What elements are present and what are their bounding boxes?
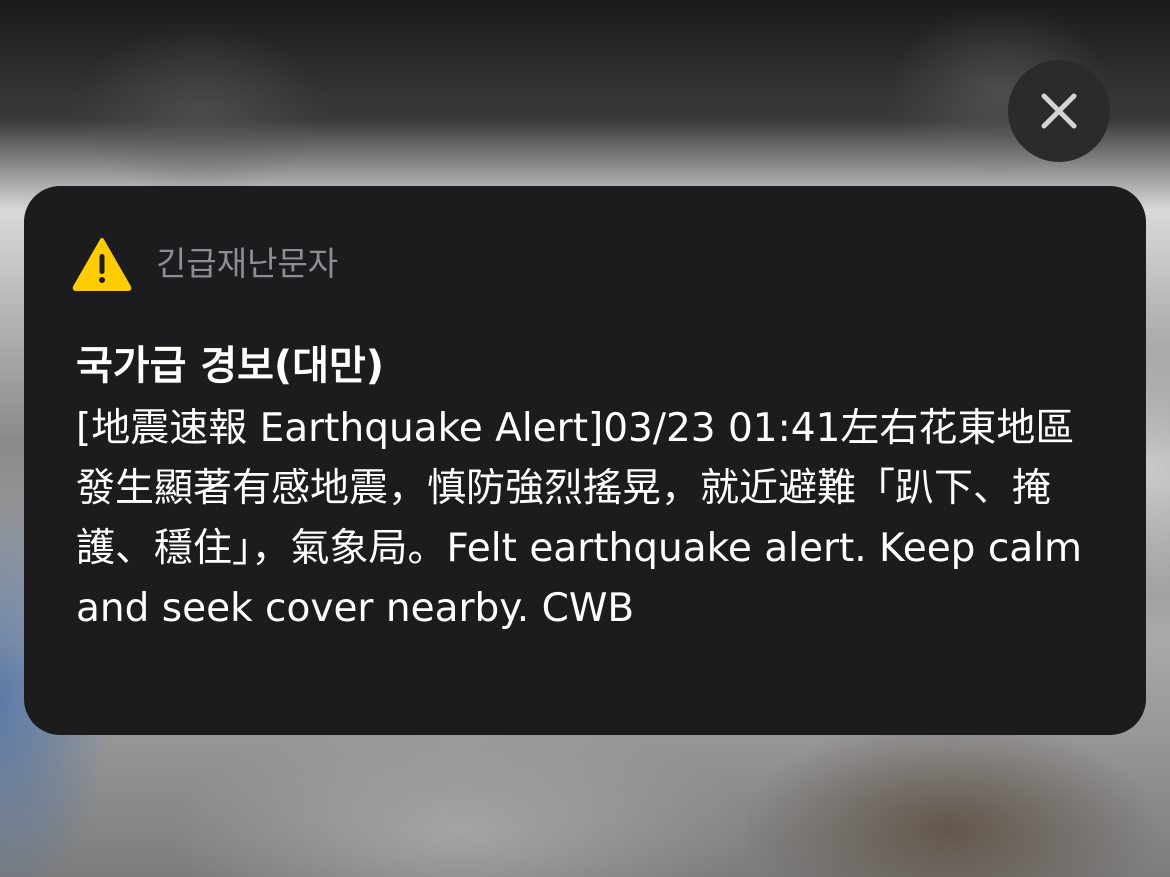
app-name: 긴급재난문자	[156, 244, 339, 283]
alert-body: [地震速報 Earthquake Alert]03/23 01:41左右花東地區…	[76, 406, 1083, 631]
notification-header: 긴급재난문자	[72, 236, 338, 292]
close-icon	[1041, 93, 1077, 129]
emergency-alert-notification[interactable]: 긴급재난문자 국가급 경보(대만) [地震速報 Earthquake Alert…	[24, 186, 1146, 735]
warning-triangle-icon	[72, 238, 132, 291]
lock-screen-background: 긴급재난문자 국가급 경보(대만) [地震速報 Earthquake Alert…	[0, 0, 1170, 877]
close-button[interactable]	[1008, 60, 1110, 162]
alert-title: 국가급 경보(대만)	[76, 343, 385, 389]
